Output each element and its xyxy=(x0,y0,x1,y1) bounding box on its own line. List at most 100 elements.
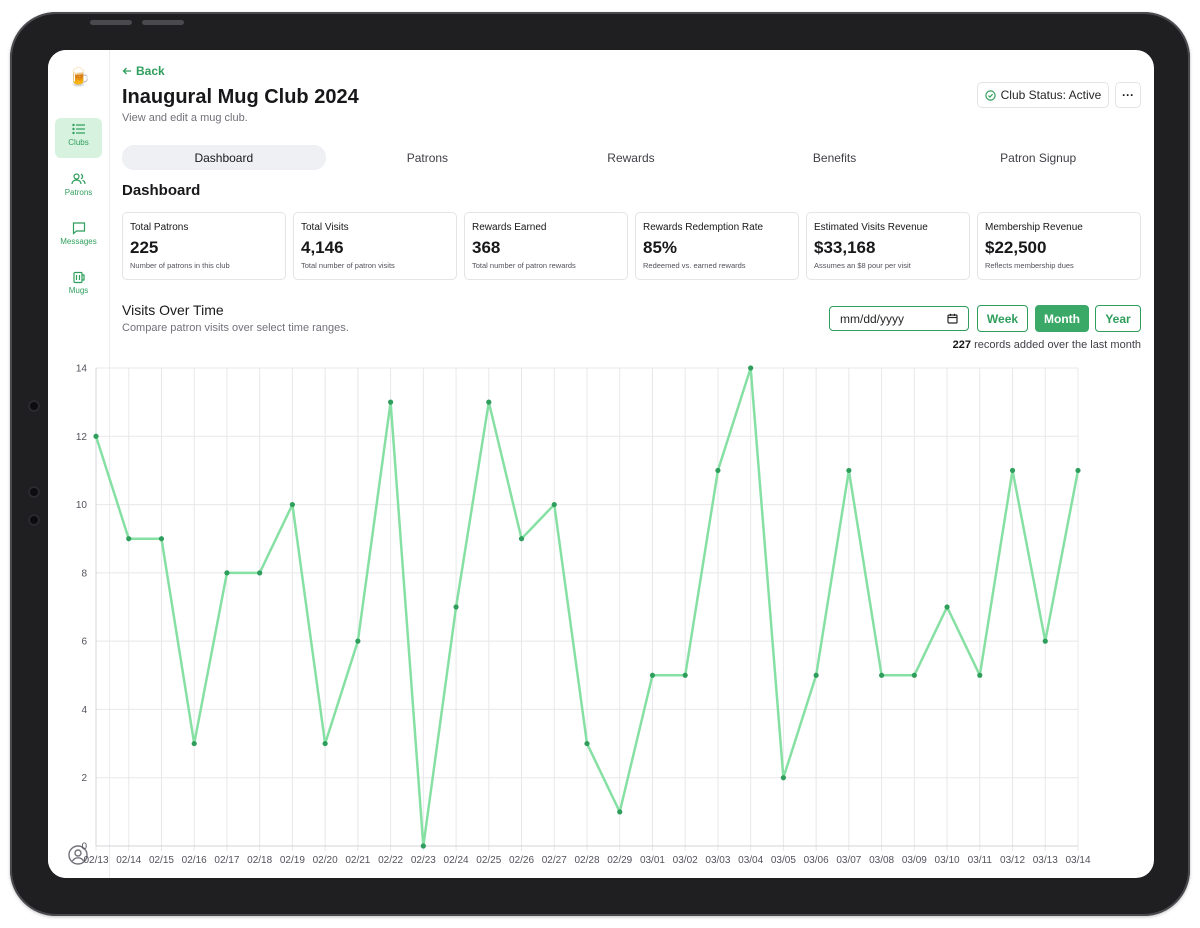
stat-description: Number of patrons in this club xyxy=(130,261,230,270)
data-point xyxy=(551,501,557,508)
stat-value: 225 xyxy=(130,238,159,257)
tab-benefits[interactable]: Benefits xyxy=(733,145,937,170)
back-link[interactable]: Back xyxy=(122,64,165,78)
stat-label: Rewards Earned xyxy=(472,222,547,233)
hardware-button xyxy=(142,20,184,25)
x-tick-label: 02/17 xyxy=(214,855,239,866)
data-point xyxy=(158,536,165,542)
x-tick-label: 02/27 xyxy=(542,855,567,866)
camera-dot xyxy=(28,400,40,412)
app-screen: 🍺 Clubs Patrons Messages Mugs Back Inaug… xyxy=(48,50,1154,878)
data-point xyxy=(944,604,950,610)
stat-description: Assumes an $8 pour per visit xyxy=(814,261,911,270)
data-point xyxy=(453,604,459,610)
y-tick-label: 14 xyxy=(76,364,88,375)
stat-label: Total Visits xyxy=(301,222,349,233)
club-status-button[interactable]: Club Status: Active xyxy=(977,82,1109,108)
x-tick-label: 03/13 xyxy=(1033,855,1058,866)
data-point xyxy=(584,740,590,747)
stat-label: Rewards Redemption Rate xyxy=(643,222,764,233)
data-point xyxy=(224,570,230,576)
data-point xyxy=(289,501,295,508)
stat-label: Membership Revenue xyxy=(985,222,1083,233)
data-point xyxy=(911,672,917,678)
tab-patron-signup[interactable]: Patron Signup xyxy=(936,145,1140,170)
y-tick-label: 8 xyxy=(81,568,87,579)
stat-card: Total Visits 4,146 Total number of patro… xyxy=(293,212,457,280)
data-point xyxy=(518,536,525,542)
sidebar-item-patrons[interactable]: Patrons xyxy=(55,168,102,208)
tab-rewards[interactable]: Rewards xyxy=(529,145,733,170)
data-point xyxy=(191,740,197,747)
data-point xyxy=(748,365,754,371)
tab-dashboard[interactable]: Dashboard xyxy=(122,145,326,170)
stat-description: Redeemed vs. earned rewards xyxy=(643,261,746,270)
data-point xyxy=(813,672,819,678)
stat-description: Total number of patron rewards xyxy=(472,261,576,270)
tab-patrons[interactable]: Patrons xyxy=(326,145,530,170)
stat-card: Estimated Visits Revenue $33,168 Assumes… xyxy=(806,212,970,280)
data-point xyxy=(1075,467,1081,474)
y-tick-label: 10 xyxy=(76,500,88,511)
x-tick-label: 02/29 xyxy=(607,855,632,866)
range-year-button[interactable]: Year xyxy=(1095,305,1141,332)
x-tick-label: 02/15 xyxy=(149,855,174,866)
x-tick-label: 03/06 xyxy=(804,855,829,866)
x-tick-label: 02/28 xyxy=(574,855,599,866)
section-title: Dashboard xyxy=(122,182,201,199)
range-month-button[interactable]: Month xyxy=(1035,305,1089,332)
x-tick-label: 03/03 xyxy=(705,855,730,866)
calendar-icon xyxy=(947,313,958,324)
page-title: Inaugural Mug Club 2024 xyxy=(122,86,359,108)
main-content: Back Inaugural Mug Club 2024 View and ed… xyxy=(76,50,1154,878)
x-tick-label: 03/05 xyxy=(771,855,796,866)
sidebar-item-messages[interactable]: Messages xyxy=(55,217,102,257)
data-point xyxy=(126,536,132,542)
stat-value: $22,500 xyxy=(985,238,1047,257)
range-week-button[interactable]: Week xyxy=(977,305,1028,332)
date-input[interactable]: mm/dd/yyyy xyxy=(829,306,969,331)
data-point xyxy=(1042,638,1048,644)
sidebar-item-label: Messages xyxy=(60,237,97,246)
stat-value: 85% xyxy=(643,238,678,257)
x-tick-label: 02/18 xyxy=(247,855,272,866)
sidebar-item-label: Mugs xyxy=(68,286,89,295)
stat-label: Estimated Visits Revenue xyxy=(814,222,928,233)
sidebar-item-clubs[interactable]: Clubs xyxy=(55,118,102,158)
x-tick-label: 03/02 xyxy=(673,855,698,866)
tab-bar: Dashboard Patrons Rewards Benefits Patro… xyxy=(122,145,1140,170)
data-point xyxy=(1009,467,1016,474)
x-tick-label: 02/16 xyxy=(182,855,207,866)
camera-dot xyxy=(28,514,40,526)
data-point xyxy=(715,467,721,474)
more-options-button[interactable]: ··· xyxy=(1115,82,1141,108)
beer-logo-icon: 🍺 xyxy=(68,67,91,87)
page-subtitle: View and edit a mug club. xyxy=(122,112,248,124)
data-point xyxy=(257,570,263,576)
stat-description: Reflects membership dues xyxy=(985,261,1074,270)
x-tick-label: 03/12 xyxy=(1000,855,1025,866)
stat-card: Membership Revenue $22,500 Reflects memb… xyxy=(977,212,1141,280)
stat-value: 368 xyxy=(472,238,501,257)
users-icon xyxy=(71,173,86,185)
sidebar-item-label: Clubs xyxy=(68,138,89,147)
sidebar-item-mugs[interactable]: Mugs xyxy=(55,266,102,306)
x-tick-label: 03/01 xyxy=(640,855,665,866)
y-tick-label: 12 xyxy=(76,432,88,443)
x-tick-label: 02/13 xyxy=(83,855,108,866)
x-tick-label: 03/07 xyxy=(836,855,861,866)
y-tick-label: 4 xyxy=(81,705,87,716)
camera-dot xyxy=(28,486,40,498)
x-tick-label: 02/22 xyxy=(378,855,403,866)
x-tick-label: 02/19 xyxy=(280,855,305,866)
x-tick-label: 02/26 xyxy=(509,855,534,866)
data-point xyxy=(388,399,394,405)
x-tick-label: 02/23 xyxy=(411,855,436,866)
stat-value: $33,168 xyxy=(814,238,876,257)
y-tick-label: 6 xyxy=(81,637,87,648)
visits-line-chart: 0 2 4 6 8 10 12 14 02/13 02/14 02/15 02/16 02/17 02/1… xyxy=(76,364,1091,867)
records-text: records added over the last month xyxy=(974,339,1141,351)
back-label: Back xyxy=(136,64,165,78)
club-status-label: Club Status: Active xyxy=(1000,88,1102,102)
arrow-left-icon xyxy=(122,67,131,75)
